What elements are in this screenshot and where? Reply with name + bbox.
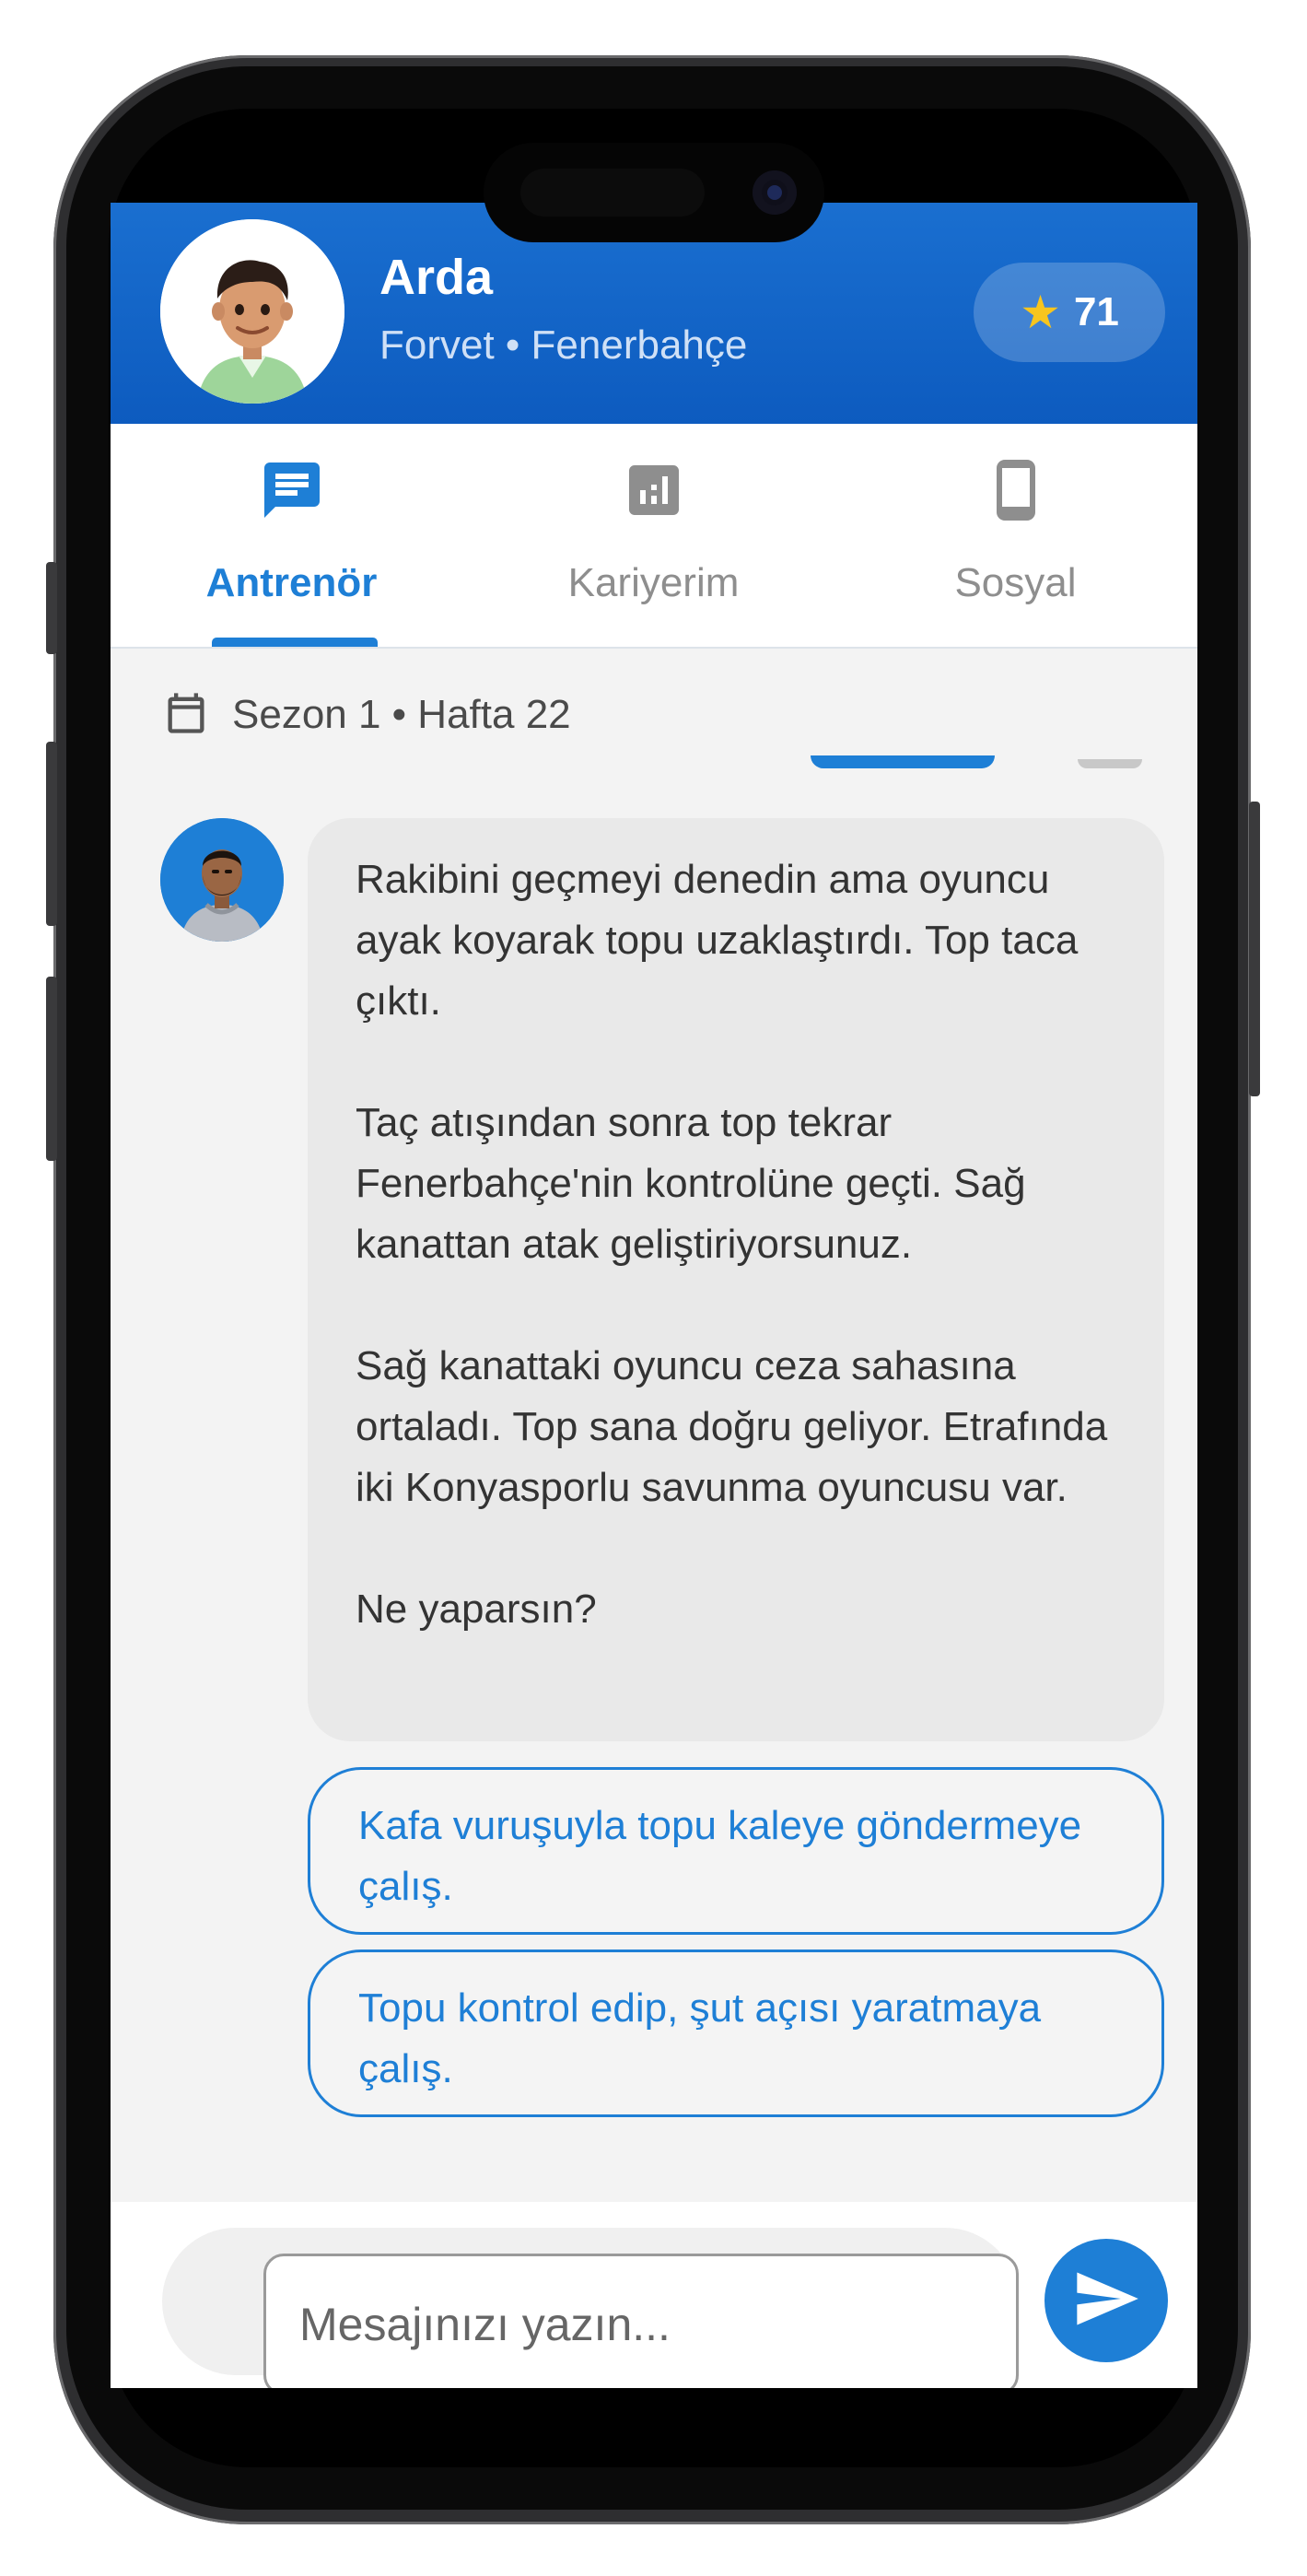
season-week-row: Sezon 1 • Hafta 22 bbox=[162, 682, 571, 748]
star-icon: ★ bbox=[1020, 287, 1061, 338]
tab-kariyerim-label: Kariyerim bbox=[567, 560, 740, 605]
coach-message-text: Rakibini geçmeyi denedin ama oyuncu ayak… bbox=[356, 849, 1135, 1640]
tab-sosyal-label: Sosyal bbox=[954, 560, 1077, 605]
player-name: Arda bbox=[379, 250, 494, 305]
send-icon bbox=[1071, 2264, 1141, 2338]
answer-option-button[interactable]: Topu kontrol edip, şut açısı yaratmaya ç… bbox=[308, 1950, 1164, 2117]
composer-background bbox=[162, 2228, 1019, 2388]
tab-antrenor-label: Antrenör bbox=[205, 560, 378, 605]
message-paragraph: Sağ kanattaki oyuncu ceza sahasına ortal… bbox=[356, 1343, 1108, 1510]
season-week-label: Sezon 1 • Hafta 22 bbox=[232, 692, 571, 737]
message-input[interactable] bbox=[263, 2254, 1019, 2388]
coach-avatar-illustration bbox=[160, 818, 284, 942]
previous-message-edge bbox=[1078, 759, 1142, 768]
app-screen: Arda Forvet • Fenerbahçe ★ 71 Antrenör K… bbox=[111, 203, 1197, 2388]
previous-message-edge bbox=[811, 755, 995, 768]
coach-message-bubble: Rakibini geçmeyi denedin ama oyuncu ayak… bbox=[308, 818, 1164, 1741]
action-button bbox=[46, 562, 57, 654]
rating-badge[interactable]: ★ 71 bbox=[974, 263, 1165, 362]
message-paragraph: Rakibini geçmeyi denedin ama oyuncu ayak… bbox=[356, 857, 1079, 1024]
volume-up-button bbox=[46, 742, 57, 926]
tab-antrenor[interactable]: Antrenör bbox=[111, 424, 473, 647]
answer-option-button[interactable]: Kafa vuruşuyla topu kaleye göndermeye ça… bbox=[308, 1767, 1164, 1935]
chat-icon bbox=[259, 457, 325, 528]
rating-value: 71 bbox=[1073, 289, 1119, 334]
answer-option-label: Topu kontrol edip, şut açısı yaratmaya ç… bbox=[358, 1985, 1042, 2091]
tab-kariyerim[interactable]: Kariyerim bbox=[473, 424, 834, 647]
phone-icon bbox=[983, 457, 1049, 528]
player-avatar[interactable] bbox=[160, 219, 344, 404]
dynamic-island bbox=[484, 143, 824, 242]
message-paragraph: Taç atışından sonra top tekrar Fenerbahç… bbox=[356, 1100, 1026, 1267]
calendar-icon bbox=[162, 689, 210, 742]
message-paragraph: Ne yaparsın? bbox=[356, 1587, 597, 1632]
front-camera bbox=[753, 170, 797, 215]
tab-sosyal[interactable]: Sosyal bbox=[834, 424, 1196, 647]
message-composer bbox=[111, 2202, 1197, 2388]
tab-bar: Antrenör Kariyerim Sosyal bbox=[111, 424, 1197, 649]
send-button[interactable] bbox=[1044, 2239, 1168, 2362]
face-id-sensor bbox=[520, 169, 705, 217]
player-avatar-illustration bbox=[160, 219, 344, 404]
active-tab-indicator bbox=[212, 638, 378, 647]
volume-down-button bbox=[46, 977, 57, 1161]
power-button bbox=[1249, 802, 1260, 1096]
coach-avatar bbox=[160, 818, 284, 942]
bar-chart-icon bbox=[621, 457, 687, 528]
player-position-team: Forvet • Fenerbahçe bbox=[379, 322, 748, 368]
answer-option-label: Kafa vuruşuyla topu kaleye göndermeye ça… bbox=[358, 1803, 1082, 1909]
